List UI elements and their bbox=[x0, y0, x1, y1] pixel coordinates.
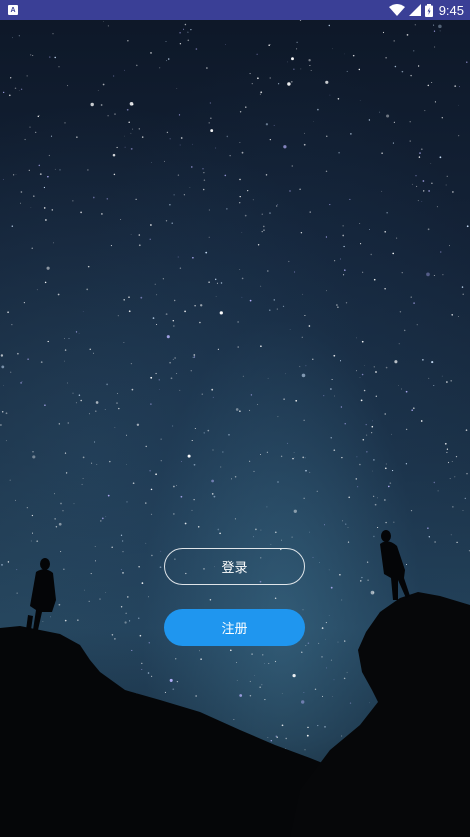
landscape-silhouette bbox=[0, 530, 470, 837]
register-button[interactable]: 注册 bbox=[164, 609, 305, 646]
login-button[interactable]: 登录 bbox=[164, 548, 305, 585]
notification-icon: A bbox=[8, 5, 18, 15]
cell-signal-icon bbox=[408, 4, 421, 16]
status-time: 9:45 bbox=[438, 2, 464, 18]
status-bar: A 9:45 bbox=[0, 0, 470, 20]
left-person-silhouette bbox=[26, 558, 56, 630]
right-rock bbox=[290, 592, 470, 837]
status-icons: 9:45 bbox=[388, 2, 464, 18]
app-screen: A 9:45 登录 注册 bbox=[0, 0, 470, 837]
right-person-silhouette bbox=[380, 530, 410, 600]
wifi-icon bbox=[388, 4, 405, 16]
battery-icon bbox=[424, 3, 433, 17]
